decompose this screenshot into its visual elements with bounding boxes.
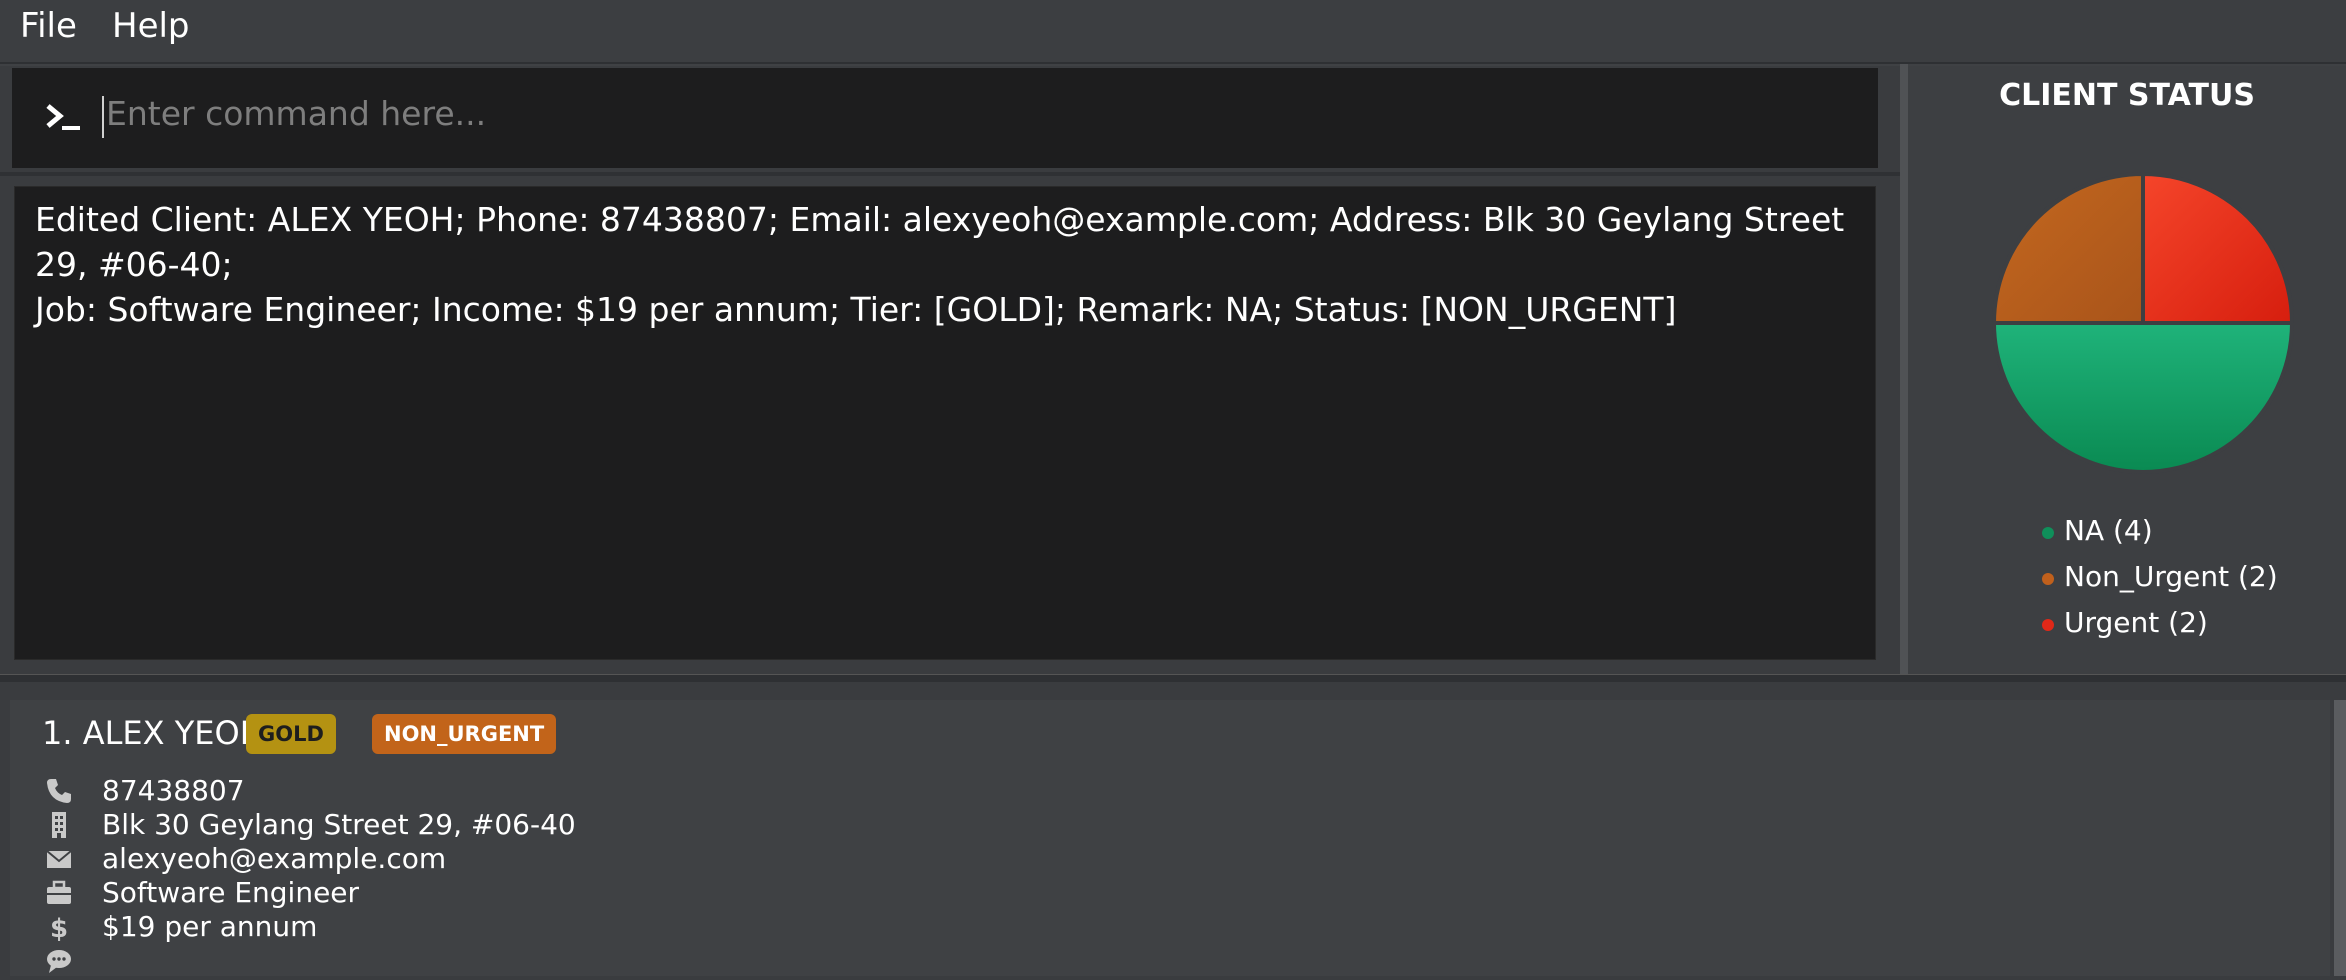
terminal-prompt-icon bbox=[46, 104, 80, 130]
divider bbox=[0, 172, 1902, 176]
client-address: Blk 30 Geylang Street 29, #06-40 bbox=[102, 808, 576, 841]
tier-tag: GOLD bbox=[246, 714, 336, 754]
chart-title: CLIENT STATUS bbox=[1999, 78, 2255, 113]
result-message: Edited Client: ALEX YEOH; Phone: 8743880… bbox=[35, 200, 1845, 329]
client-phone: 87438807 bbox=[102, 774, 245, 807]
menu-file[interactable]: File bbox=[20, 6, 77, 46]
client-email: alexyeoh@example.com bbox=[102, 842, 447, 875]
text-caret bbox=[102, 96, 104, 138]
client-status-pie-chart bbox=[1992, 172, 2294, 474]
legend-dot-non-urgent bbox=[2042, 573, 2054, 585]
client-card[interactable]: 1. ALEX YEOH GOLD NON_URGENT 87438807 Bl… bbox=[10, 700, 2330, 976]
horizontal-split-divider[interactable] bbox=[0, 674, 2346, 682]
command-input[interactable]: Enter command here... bbox=[106, 94, 486, 133]
dollar-icon: $ bbox=[50, 914, 68, 942]
legend-dot-na bbox=[2042, 527, 2054, 539]
svg-text:$: $ bbox=[50, 914, 68, 942]
legend-label-urgent: Urgent (2) bbox=[2064, 606, 2208, 639]
pie-slice-na bbox=[1992, 321, 2294, 474]
pie-slice-urgent bbox=[2141, 172, 2294, 325]
legend-label-non-urgent: Non_Urgent (2) bbox=[2064, 560, 2278, 593]
client-list[interactable]: 1. ALEX YEOH GOLD NON_URGENT 87438807 Bl… bbox=[0, 682, 2346, 980]
client-name: 1. ALEX YEOH bbox=[42, 714, 264, 752]
status-tag: NON_URGENT bbox=[372, 714, 557, 754]
pie-slice-non-urgent bbox=[1992, 172, 2145, 325]
vertical-split-divider[interactable] bbox=[1900, 64, 1908, 674]
main-pane: Enter command here... Edited Client: ALE… bbox=[0, 66, 1902, 674]
result-display[interactable]: Edited Client: ALEX YEOH; Phone: 8743880… bbox=[14, 186, 1876, 660]
client-job: Software Engineer bbox=[102, 876, 360, 909]
phone-icon bbox=[47, 779, 71, 803]
comment-icon bbox=[47, 950, 71, 973]
list-scrollbar[interactable] bbox=[2334, 700, 2346, 976]
client-status-panel: CLIENT STATUS NA (4) Non_Urgent (2) Urge… bbox=[1908, 66, 2346, 674]
command-box[interactable]: Enter command here... bbox=[12, 68, 1878, 168]
legend-dot-urgent bbox=[2042, 619, 2054, 631]
building-icon bbox=[52, 812, 66, 838]
envelope-icon bbox=[46, 850, 72, 868]
menu-help[interactable]: Help bbox=[112, 6, 190, 46]
briefcase-icon bbox=[47, 880, 71, 904]
client-income: $19 per annum bbox=[102, 910, 318, 943]
legend-label-na: NA (4) bbox=[2064, 514, 2153, 547]
menu-bar: File Help bbox=[0, 0, 2346, 64]
